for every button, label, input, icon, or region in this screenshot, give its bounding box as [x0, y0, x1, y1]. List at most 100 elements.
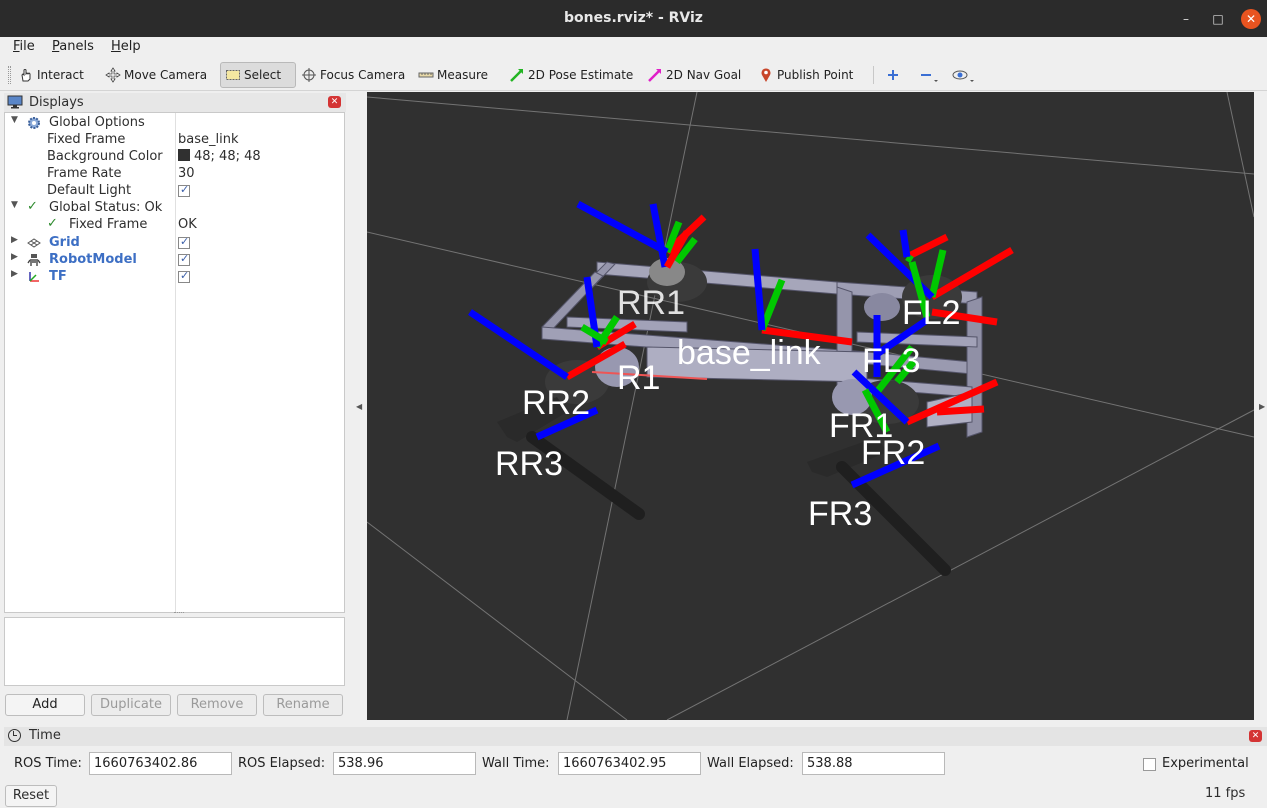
- publish-point-tool-button[interactable]: Publish Point: [754, 62, 857, 88]
- collapse-arrow-icon[interactable]: ▶: [11, 269, 18, 279]
- add-tool-button[interactable]: [881, 62, 905, 88]
- expand-arrow-icon[interactable]: ▼: [11, 200, 18, 210]
- displays-panel-close-button[interactable]: ✕: [328, 96, 341, 108]
- reset-button[interactable]: Reset: [5, 785, 57, 807]
- robotmodel-checkbox-wrap: [178, 252, 190, 268]
- magenta-arrow-icon: [647, 67, 663, 83]
- grid-checkbox-wrap: [178, 235, 190, 251]
- ros-time-label: ROS Time:: [14, 756, 82, 771]
- measure-tool-button[interactable]: Measure: [414, 62, 492, 88]
- tf-axes-icon: [27, 270, 41, 288]
- display-description-box: [4, 617, 345, 686]
- robotmodel-checkbox[interactable]: [178, 252, 190, 266]
- fixed-frame-value[interactable]: base_link: [178, 132, 238, 147]
- remove-display-button[interactable]: Remove: [177, 694, 257, 716]
- time-panel-close-button[interactable]: ✕: [1249, 730, 1262, 742]
- scene-3d[interactable]: RR1 R1 FL2 FL3 FR1 base_link RR2 RR3 FR2…: [367, 92, 1254, 720]
- displays-panel-header: Displays ✕: [4, 93, 346, 112]
- menu-panels[interactable]: Panels: [52, 39, 94, 54]
- background-color-label: Background Color: [47, 149, 163, 164]
- collapse-right-panel-arrow-icon[interactable]: ▶: [1259, 402, 1265, 411]
- grid-lines: [367, 92, 1254, 720]
- ros-elapsed-field[interactable]: 538.96: [333, 752, 476, 775]
- tf-checkbox[interactable]: [178, 269, 190, 283]
- focus-camera-tool-button[interactable]: Focus Camera: [297, 62, 409, 88]
- fixed-frame-row[interactable]: Fixed Frame base_link: [5, 132, 344, 149]
- color-swatch[interactable]: [178, 149, 190, 161]
- menu-panels-label: anels: [59, 39, 94, 54]
- ruler-icon: [418, 67, 434, 83]
- grid-icon: [27, 237, 41, 253]
- add-display-button[interactable]: Add: [5, 694, 85, 716]
- close-window-button[interactable]: ✕: [1241, 9, 1261, 29]
- panels-tool-button[interactable]: [948, 62, 974, 88]
- render-viewport[interactable]: RR1 R1 FL2 FL3 FR1 base_link RR2 RR3 FR2…: [367, 92, 1254, 720]
- wall-elapsed-label: Wall Elapsed:: [707, 756, 794, 771]
- crosshair-icon: [301, 67, 317, 83]
- duplicate-display-button[interactable]: Duplicate: [91, 694, 171, 716]
- global-options-label: Global Options: [49, 115, 145, 130]
- svg-text:R1: R1: [617, 359, 660, 397]
- maximize-button[interactable]: □: [1208, 9, 1228, 29]
- nav-goal-tool-label: 2D Nav Goal: [666, 68, 742, 82]
- time-panel-header: Time ✕: [4, 727, 1267, 746]
- wall-time-label: Wall Time:: [482, 756, 550, 771]
- frame-rate-row[interactable]: Frame Rate 30: [5, 166, 344, 183]
- fps-readout: 11 fps: [1205, 786, 1246, 801]
- menu-help-mnemonic: H: [111, 39, 121, 54]
- ros-time-field[interactable]: 1660763402.86: [89, 752, 232, 775]
- pose-estimate-tool-button[interactable]: 2D Pose Estimate: [505, 62, 637, 88]
- grid-label: Grid: [49, 235, 80, 250]
- svg-text:FL3: FL3: [862, 342, 921, 380]
- pose-estimate-tool-label: 2D Pose Estimate: [528, 68, 634, 82]
- default-light-checkbox[interactable]: [178, 183, 190, 197]
- interact-tool-button[interactable]: Interact: [14, 62, 88, 88]
- display-robotmodel-row[interactable]: ▶ RobotModel: [5, 252, 344, 269]
- status-fixed-frame-row[interactable]: ✓ Fixed Frame OK: [5, 216, 344, 234]
- title-bar: bones.rviz* - RViz – □ ✕: [0, 0, 1267, 37]
- tool-bar: Interact Move Camera Select Focus Camera…: [0, 58, 1267, 91]
- display-grid-row[interactable]: ▶ Grid: [5, 235, 344, 252]
- frame-rate-value[interactable]: 30: [178, 166, 195, 181]
- default-light-row[interactable]: Default Light: [5, 183, 344, 200]
- menu-help[interactable]: Help: [111, 39, 141, 54]
- collapse-left-panel-arrow-icon[interactable]: ◀: [356, 402, 362, 411]
- tf-label: TF: [49, 269, 67, 284]
- expand-arrow-icon[interactable]: ▼: [11, 115, 18, 125]
- collapse-arrow-icon[interactable]: ▶: [11, 235, 18, 245]
- move-camera-tool-label: Move Camera: [124, 68, 208, 82]
- wall-elapsed-field[interactable]: 538.88: [802, 752, 945, 775]
- green-arrow-icon: [509, 67, 525, 83]
- svg-text:RR1: RR1: [617, 284, 685, 322]
- background-color-value-wrap[interactable]: 48; 48; 48: [178, 149, 261, 164]
- nav-goal-tool-button[interactable]: 2D Nav Goal: [643, 62, 745, 88]
- select-tool-button[interactable]: Select: [220, 62, 296, 88]
- eye-dropdown-icon: [952, 67, 974, 83]
- collapse-arrow-icon[interactable]: ▶: [11, 252, 18, 262]
- global-status-row[interactable]: ▼ ✓ Global Status: Ok: [5, 199, 344, 217]
- toolbar-grip-handle[interactable]: [8, 66, 11, 84]
- background-color-row[interactable]: Background Color 48; 48; 48: [5, 149, 344, 166]
- window-title: bones.rviz* - RViz: [564, 10, 703, 26]
- grid-checkbox[interactable]: [178, 235, 190, 249]
- move-camera-tool-button[interactable]: Move Camera: [101, 62, 211, 88]
- displays-tree: ▼ Global Options Fixed Frame base_link B…: [4, 112, 345, 613]
- frame-label-fr3: FR3: [808, 495, 872, 533]
- time-panel-title: Time: [29, 728, 61, 743]
- rename-display-button[interactable]: Rename: [263, 694, 343, 716]
- wall-time-field[interactable]: 1660763402.95: [558, 752, 701, 775]
- display-tf-row[interactable]: ▶ TF: [5, 269, 344, 286]
- hand-pointer-icon: [18, 67, 34, 83]
- background-color-value: 48; 48; 48: [194, 149, 261, 164]
- minimize-button[interactable]: –: [1176, 9, 1196, 29]
- fixed-frame-label: Fixed Frame: [47, 132, 126, 147]
- remove-tool-button[interactable]: [914, 62, 938, 88]
- experimental-checkbox[interactable]: [1143, 758, 1156, 771]
- ros-elapsed-label: ROS Elapsed:: [238, 756, 326, 771]
- frame-label-rr2: RR2: [522, 384, 590, 422]
- robotmodel-label: RobotModel: [49, 252, 137, 267]
- menu-file[interactable]: File: [13, 39, 35, 54]
- toolbar-separator: [873, 66, 874, 84]
- panel-splitter-handle[interactable]: [174, 612, 184, 615]
- global-options-row[interactable]: ▼ Global Options: [5, 115, 344, 132]
